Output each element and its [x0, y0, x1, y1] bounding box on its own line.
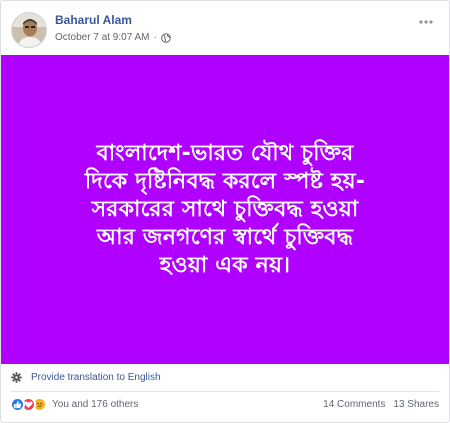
- post-card: Baharul Alam October 7 at 9:07 AM · বাংল…: [0, 0, 450, 423]
- post-text-banner: বাংলাদেশ-ভারত যৌথ চুক্তির দিকে দৃষ্টিনিব…: [1, 55, 449, 364]
- globe-icon[interactable]: [161, 32, 171, 43]
- translation-label: Provide translation to English: [31, 372, 161, 383]
- banner-text: বাংলাদেশ-ভারত যৌথ চুক্তির দিকে দৃষ্টিনিব…: [84, 140, 366, 278]
- footer-divider: [11, 391, 439, 392]
- gear-icon: [11, 372, 22, 383]
- post-timestamp[interactable]: October 7 at 9:07 AM: [55, 32, 150, 43]
- reactions-summary[interactable]: You and 176 others: [10, 397, 138, 412]
- author-avatar[interactable]: [11, 12, 47, 48]
- more-options-icon[interactable]: [415, 15, 437, 29]
- comments-count[interactable]: 14 Comments: [323, 399, 385, 410]
- meta-separator: ·: [153, 32, 157, 43]
- translation-link[interactable]: Provide translation to English: [11, 372, 161, 383]
- post-footer: You and 176 others 14 Comments 13 Shares: [1, 395, 449, 415]
- post-meta: October 7 at 9:07 AM ·: [55, 32, 171, 43]
- like-icon: [10, 397, 25, 412]
- post-header: Baharul Alam October 7 at 9:07 AM ·: [1, 1, 449, 55]
- shares-count[interactable]: 13 Shares: [393, 399, 439, 410]
- reactions-count: You and 176 others: [52, 399, 139, 410]
- engagement-counts: 14 Comments 13 Shares: [323, 399, 439, 410]
- avatar-image: [12, 13, 46, 47]
- author-name[interactable]: Baharul Alam: [55, 13, 132, 27]
